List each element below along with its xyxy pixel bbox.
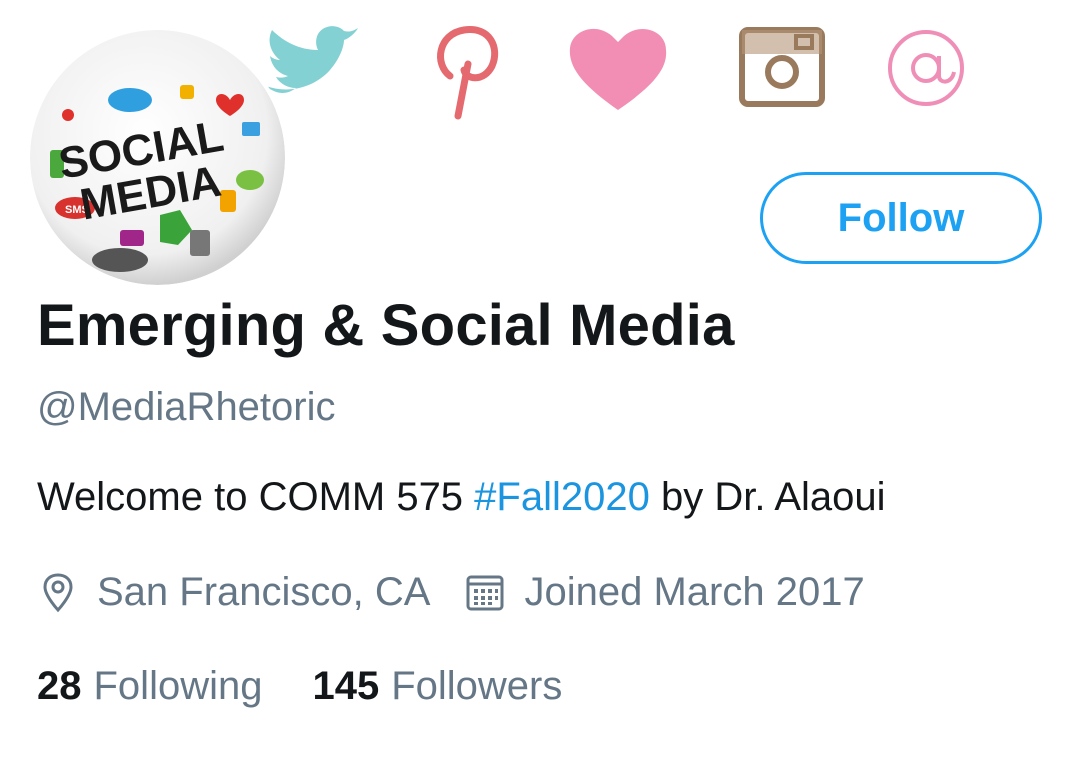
following-link[interactable]: 28 Following bbox=[37, 664, 262, 709]
user-handle: @MediaRhetoric bbox=[37, 385, 336, 429]
heart-icon bbox=[569, 28, 667, 111]
following-count: 28 bbox=[37, 664, 82, 708]
bio-text-suffix: by Dr. Alaoui bbox=[649, 475, 886, 519]
calendar-icon bbox=[464, 572, 506, 614]
followers-link[interactable]: 145 Followers bbox=[312, 664, 562, 709]
location-text: San Francisco, CA bbox=[97, 570, 431, 614]
followers-count: 145 bbox=[312, 664, 380, 708]
follow-button[interactable]: Follow bbox=[760, 172, 1042, 264]
following-label: Following bbox=[93, 664, 263, 708]
twitter-bird-icon bbox=[266, 26, 358, 94]
bio-hashtag-link[interactable]: #Fall2020 bbox=[474, 475, 650, 519]
at-sign-icon bbox=[888, 30, 964, 106]
display-name: Emerging & Social Media bbox=[37, 293, 735, 358]
bio-text-prefix: Welcome to COMM 575 bbox=[37, 475, 475, 519]
pinterest-icon bbox=[437, 26, 499, 120]
followers-label: Followers bbox=[391, 664, 563, 708]
profile-meta: San Francisco, CA Joined March 2017 bbox=[37, 570, 865, 615]
profile-avatar[interactable]: SMS SOCIAL MEDIA bbox=[30, 30, 285, 285]
instagram-icon bbox=[739, 27, 825, 107]
follow-stats: 28 Following 145 Followers bbox=[37, 664, 562, 709]
location-pin-icon bbox=[37, 572, 79, 614]
joined-date-text: Joined March 2017 bbox=[524, 570, 865, 614]
profile-bio: Welcome to COMM 575 #Fall2020 by Dr. Ala… bbox=[37, 475, 886, 520]
avatar-image: SMS SOCIAL MEDIA bbox=[30, 30, 285, 285]
